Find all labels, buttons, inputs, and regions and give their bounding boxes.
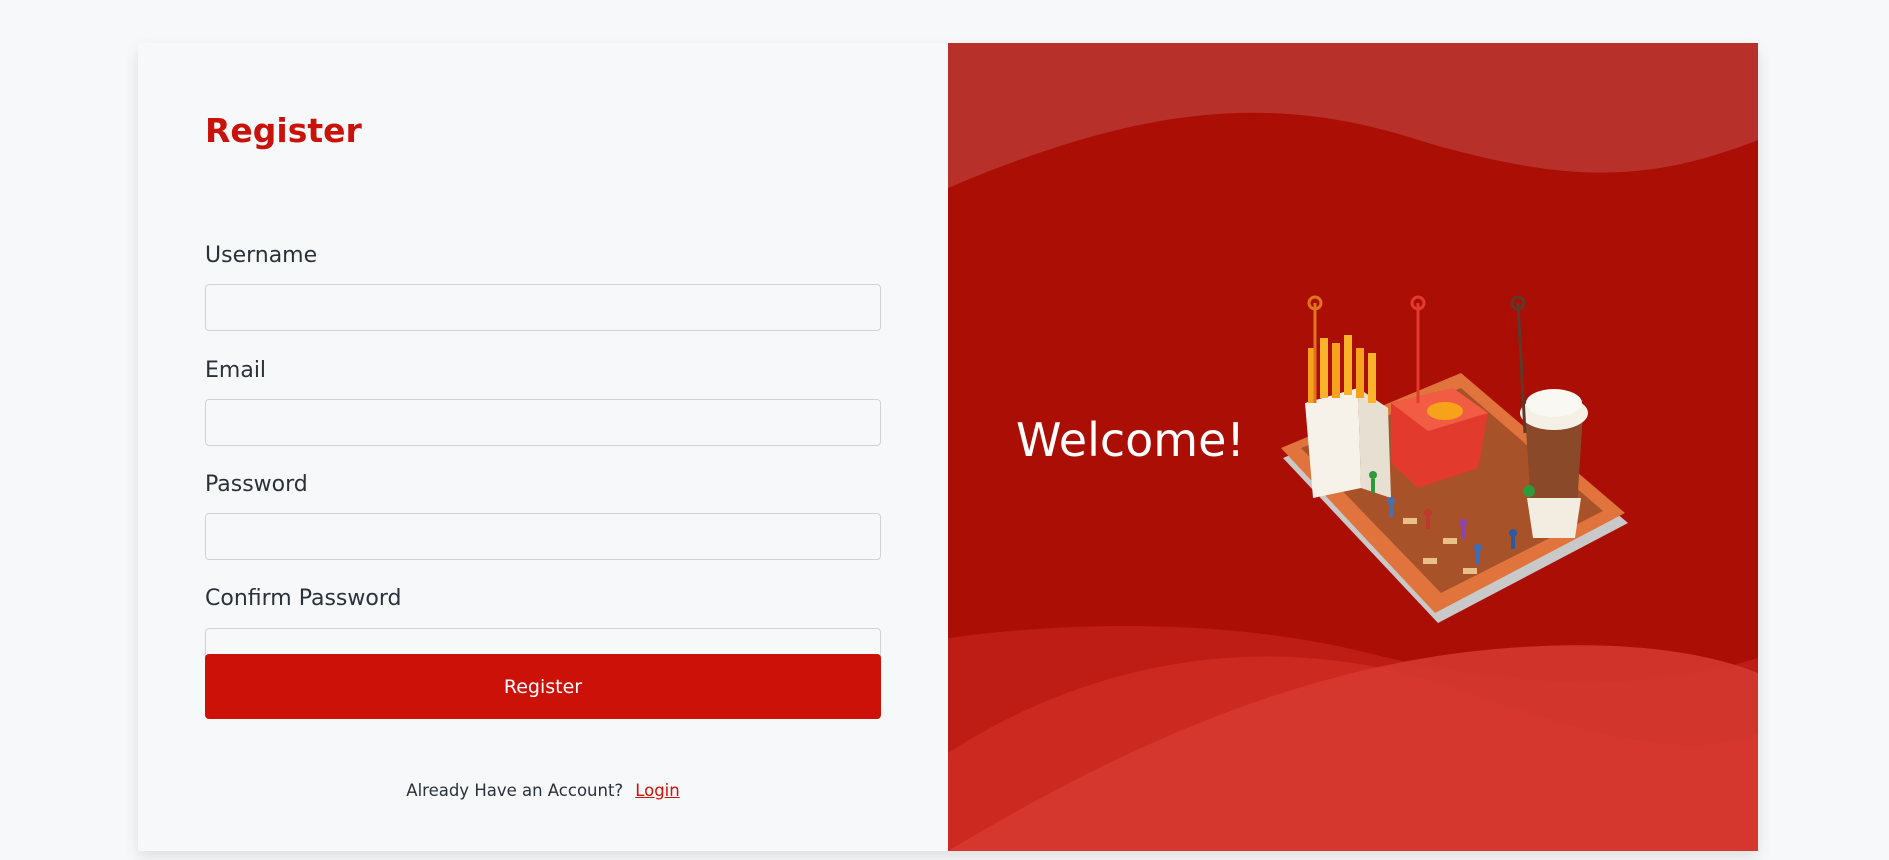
page-title: Register bbox=[205, 111, 362, 150]
register-form-panel: Register Username Email Password Confirm… bbox=[138, 43, 948, 851]
username-input[interactable] bbox=[205, 284, 881, 331]
welcome-heading: Welcome! bbox=[1016, 413, 1245, 467]
welcome-hero-panel: Welcome! bbox=[948, 43, 1758, 851]
email-input[interactable] bbox=[205, 399, 881, 446]
password-label: Password bbox=[205, 472, 308, 497]
password-input[interactable] bbox=[205, 513, 881, 560]
login-prompt-text: Already Have an Account? bbox=[406, 781, 624, 800]
login-link[interactable]: Login bbox=[635, 781, 680, 800]
username-label: Username bbox=[205, 243, 318, 268]
confirm-password-label: Confirm Password bbox=[205, 586, 402, 611]
login-prompt: Already Have an Account? Login bbox=[138, 781, 948, 800]
register-card: Register Username Email Password Confirm… bbox=[138, 43, 1758, 851]
register-button[interactable]: Register bbox=[205, 654, 881, 719]
food-tray-illustration bbox=[1281, 295, 1628, 623]
email-label: Email bbox=[205, 358, 267, 383]
